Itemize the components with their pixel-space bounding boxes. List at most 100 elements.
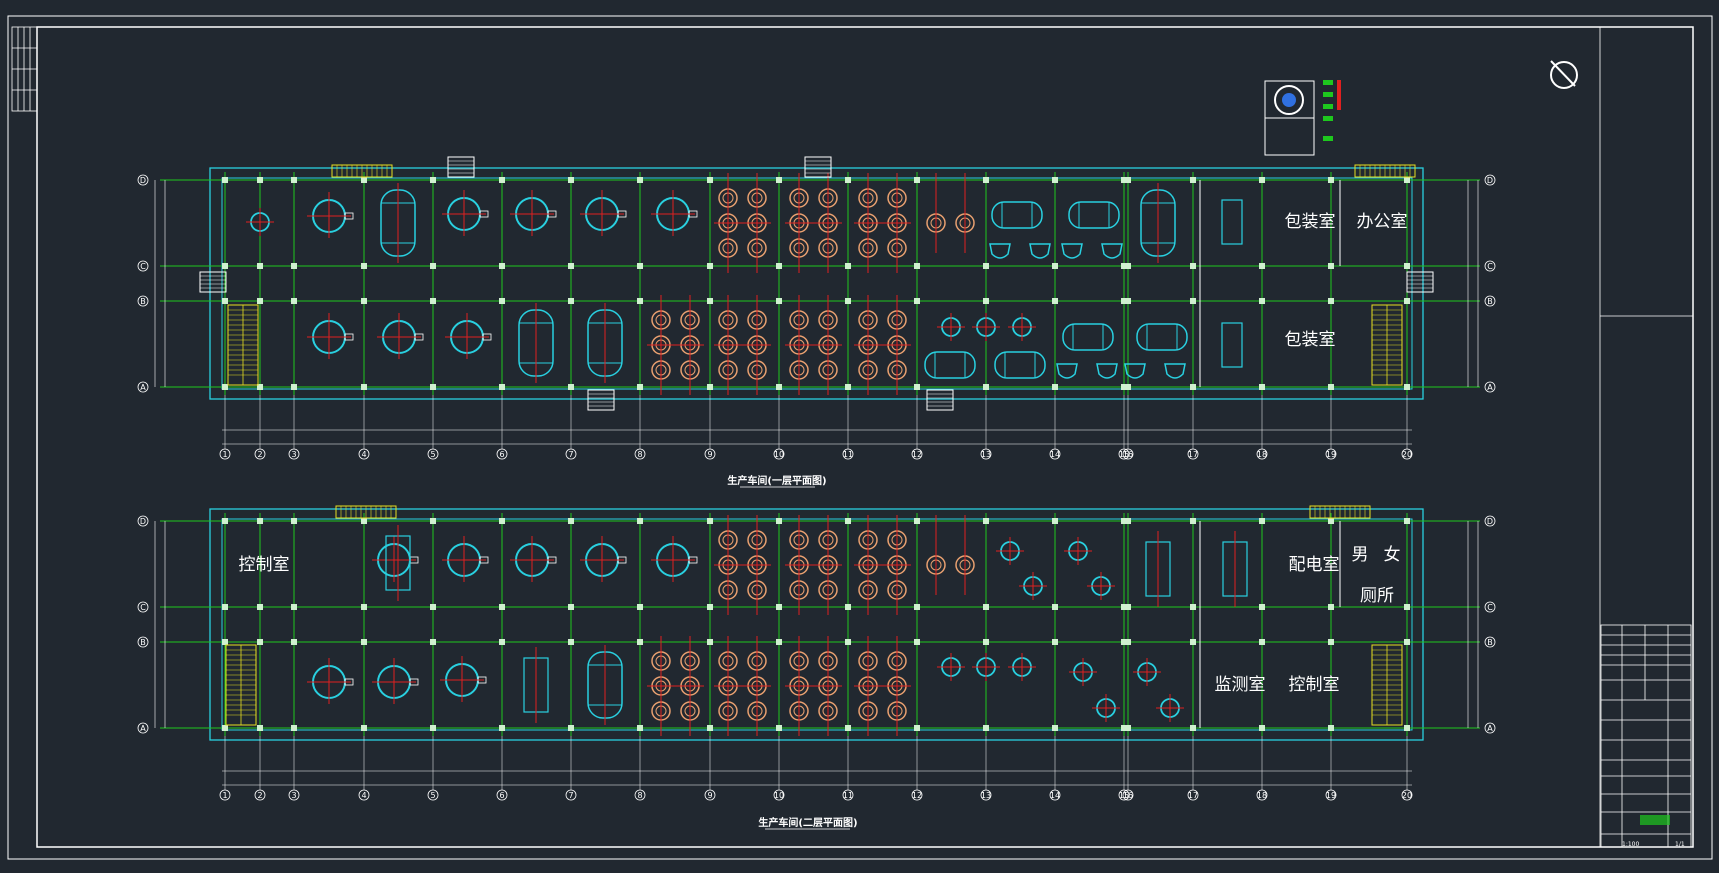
column-post: [257, 604, 263, 610]
horizontal-tank: [1062, 323, 1114, 351]
column-post: [914, 177, 920, 183]
column-post: [222, 384, 228, 390]
column-post: [1052, 384, 1058, 390]
column-post: [776, 384, 782, 390]
room-label-packing-2: 包装室: [1285, 330, 1336, 350]
column-post: [1125, 263, 1131, 269]
column-post: [1190, 639, 1196, 645]
column-post: [1125, 177, 1131, 183]
column-post: [257, 177, 263, 183]
column-post: [1125, 518, 1131, 524]
column-post: [983, 639, 989, 645]
column-post: [707, 263, 713, 269]
col-axis-label: 19: [1326, 791, 1336, 800]
column-post: [983, 263, 989, 269]
column-post: [257, 725, 263, 731]
column-post: [291, 263, 297, 269]
column-post: [1125, 639, 1131, 645]
second-floor-plan: D DC CB BA A1 2 3 4 5 6 7 8 9 10 11 12 13 14 1516 17 18 19 20: [137, 505, 1496, 801]
col-axis-label: 2: [257, 791, 262, 800]
column-post: [291, 725, 297, 731]
column-post: [222, 725, 228, 731]
inner-wall: [221, 177, 1413, 390]
column-post: [845, 298, 851, 304]
column-post: [914, 298, 920, 304]
column-post: [361, 518, 367, 524]
row-axis-label: C: [1487, 603, 1493, 612]
col-axis-label: 10: [774, 791, 784, 800]
column-post: [499, 725, 505, 731]
door-canopy: [587, 389, 615, 411]
column-post: [845, 725, 851, 731]
column-post: [983, 725, 989, 731]
col-axis-label: 3: [291, 791, 296, 800]
column-post: [291, 639, 297, 645]
column-post: [430, 604, 436, 610]
column-post: [707, 298, 713, 304]
row-axis-label: B: [1487, 638, 1493, 647]
column-post: [222, 639, 228, 645]
col-axis-label: 1: [222, 791, 227, 800]
col-axis-label: 4: [361, 450, 366, 459]
column-post: [914, 384, 920, 390]
column-post: [914, 263, 920, 269]
col-axis-label: 6: [499, 791, 504, 800]
column-post: [1190, 725, 1196, 731]
column-post: [776, 518, 782, 524]
column-post: [1328, 604, 1334, 610]
column-post: [637, 384, 643, 390]
room-label-toilet: 厕所: [1360, 586, 1394, 606]
column-post: [499, 604, 505, 610]
column-post: [1259, 177, 1265, 183]
col-axis-label: 6: [499, 450, 504, 459]
horizontal-tank: [994, 351, 1046, 379]
col-axis-label: 13: [981, 450, 991, 459]
column-post: [291, 298, 297, 304]
column-post: [1404, 639, 1410, 645]
horizontal-tank: [1136, 323, 1188, 351]
column-post: [983, 298, 989, 304]
row-axis-label: B: [1487, 297, 1493, 306]
column-post: [222, 263, 228, 269]
col-axis-label: 18: [1257, 791, 1267, 800]
column-post: [1259, 639, 1265, 645]
col-axis-label: 10: [774, 450, 784, 459]
column-post: [499, 177, 505, 183]
column-post: [1328, 725, 1334, 731]
column-post: [1259, 604, 1265, 610]
column-post: [361, 725, 367, 731]
door-canopy: [1406, 271, 1434, 293]
column-post: [361, 604, 367, 610]
col-axis-label: 9: [707, 791, 712, 800]
row-axis-label: C: [140, 603, 146, 612]
column-post: [1190, 604, 1196, 610]
row-axis-label: B: [140, 297, 146, 306]
col-axis-label: 16: [1123, 450, 1133, 459]
first-floor-plan: D DC CB BA A1 2 3 4 5 6 7 8 9 10 11 12 13 14 1516 17 18 19 20: [137, 156, 1496, 460]
column-post: [776, 639, 782, 645]
column-post: [1259, 725, 1265, 731]
column-post: [776, 177, 782, 183]
row-axis-label: D: [140, 176, 146, 185]
room-label-female: 女: [1384, 545, 1401, 565]
col-axis-label: 4: [361, 791, 366, 800]
column-post: [1328, 298, 1334, 304]
room-label-office: 办公室: [1357, 212, 1408, 232]
col-axis-label: 17: [1188, 450, 1198, 459]
room-label-control-2: 控制室: [1289, 675, 1340, 695]
pump-icon: [1056, 363, 1078, 379]
column-post: [361, 639, 367, 645]
column-post: [1328, 384, 1334, 390]
column-post: [1052, 263, 1058, 269]
col-axis-label: 3: [291, 450, 296, 459]
column-post: [1328, 639, 1334, 645]
column-post: [1328, 177, 1334, 183]
col-axis-label: 14: [1050, 791, 1060, 800]
column-post: [568, 298, 574, 304]
column-post: [845, 263, 851, 269]
sheet-number-text: 1/1: [1675, 841, 1685, 848]
second-floor-title: 生产车间(二层平面图): [758, 816, 857, 829]
column-post: [568, 263, 574, 269]
column-post: [1125, 725, 1131, 731]
row-axis-label: A: [140, 724, 146, 733]
